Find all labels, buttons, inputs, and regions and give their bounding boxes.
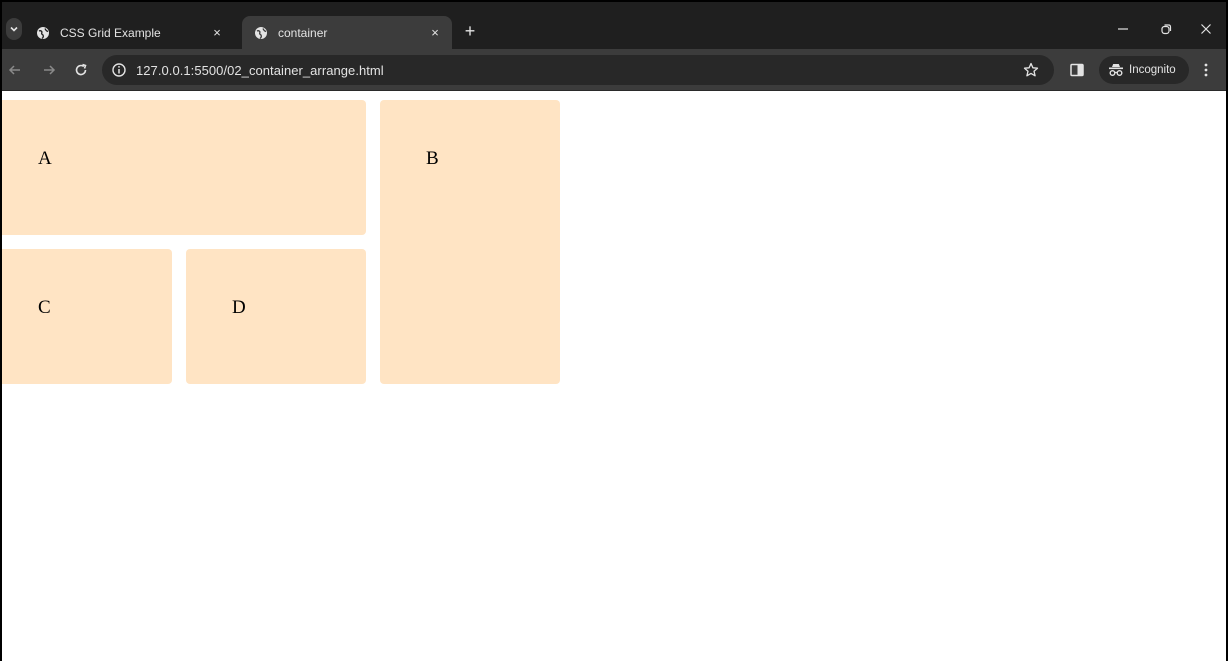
- tab-strip: CSS Grid Example × container × +: [2, 2, 1226, 49]
- grid-container: A B C D: [2, 100, 560, 384]
- incognito-label: Incognito: [1129, 64, 1176, 76]
- close-window-button[interactable]: [1193, 18, 1219, 40]
- tab-search-button[interactable]: [6, 18, 22, 40]
- side-panel-icon: [1070, 63, 1084, 77]
- side-panel-button[interactable]: [1069, 62, 1085, 78]
- tab-title: CSS Grid Example: [60, 25, 161, 40]
- info-icon: [112, 63, 126, 77]
- grid-item-d: D: [186, 249, 366, 384]
- incognito-profile-button[interactable]: Incognito: [1099, 56, 1189, 84]
- tab-title: container: [278, 25, 328, 40]
- tab-css-grid-example[interactable]: CSS Grid Example ×: [24, 16, 234, 49]
- restore-button[interactable]: [1153, 18, 1179, 40]
- toolbar: 127.0.0.1:5500/02_container_arrange.html: [2, 49, 1226, 91]
- site-info-button[interactable]: [111, 62, 127, 78]
- arrow-right-icon: [44, 65, 56, 75]
- globe-icon: [37, 26, 49, 39]
- grid-item-c: C: [2, 249, 172, 384]
- back-button[interactable]: [4, 59, 26, 81]
- arrow-left-icon: [8, 65, 20, 75]
- incognito-icon: [1109, 64, 1123, 76]
- reload-icon: [75, 63, 87, 76]
- close-tab-button[interactable]: ×: [426, 24, 444, 42]
- tab-container[interactable]: container ×: [242, 16, 452, 49]
- forward-button[interactable]: [38, 59, 60, 81]
- chevron-down-icon: [10, 26, 18, 32]
- address-text[interactable]: 127.0.0.1:5500/02_container_arrange.html: [136, 63, 384, 78]
- star-icon: [1023, 62, 1039, 77]
- grid-item-b: B: [380, 100, 560, 384]
- page-viewport: A B C D: [2, 92, 1226, 661]
- globe-icon: [255, 26, 267, 39]
- browser-window: CSS Grid Example × container × + 127.0.0…: [0, 0, 1228, 661]
- kebab-menu-icon: [1204, 63, 1208, 77]
- new-tab-button[interactable]: +: [458, 19, 482, 43]
- restore-icon: [1161, 24, 1172, 35]
- grid-item-a: A: [2, 100, 366, 235]
- bookmark-button[interactable]: [1022, 61, 1040, 79]
- minimize-icon: [1118, 28, 1128, 30]
- minimize-button[interactable]: [1110, 18, 1136, 40]
- address-bar[interactable]: 127.0.0.1:5500/02_container_arrange.html: [102, 55, 1054, 85]
- browser-menu-button[interactable]: [1196, 59, 1216, 81]
- reload-button[interactable]: [70, 59, 92, 81]
- close-tab-button[interactable]: ×: [208, 24, 226, 42]
- close-icon: [1201, 24, 1211, 34]
